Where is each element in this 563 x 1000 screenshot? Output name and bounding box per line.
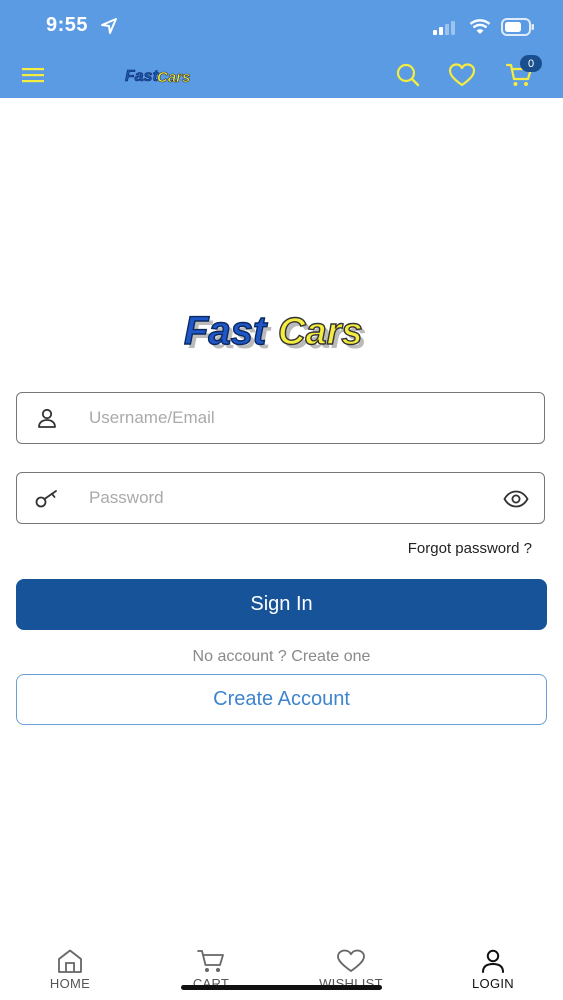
svg-text:Fast: Fast [125,68,159,85]
no-account-text: No account ? Create one [192,648,371,665]
fastcars-logo: Fast Fast Cars Cars [183,308,366,357]
cart-count-badge: 0 [520,55,542,72]
nav-item-login[interactable]: LOGIN [443,948,543,991]
wifi-icon [469,19,491,34]
home-icon [58,949,82,973]
hamburger-menu-icon [22,68,44,83]
key-icon [33,484,61,512]
header-logo[interactable]: Fast Cars [123,64,199,86]
svg-text:Cars: Cars [278,311,363,353]
home-indicator [181,985,382,990]
cellular-signal-icon [433,21,455,35]
heart-icon [337,949,365,972]
search-icon [396,63,420,87]
password-input[interactable] [89,488,489,508]
create-account-button[interactable]: Create Account [16,674,547,725]
nav-item-home[interactable]: HOME [20,948,120,991]
svg-text:Fast: Fast [184,309,268,353]
username-input[interactable] [89,408,489,428]
heart-icon [448,63,476,87]
forgot-password-link[interactable]: Forgot password ? [408,540,532,557]
password-field[interactable] [16,472,545,524]
bottom-nav: HOME CART WISHLIST LOGIN [0,940,563,1000]
nav-label-home: HOME [49,976,91,991]
eye-icon [503,490,529,508]
svg-text:Cars: Cars [157,69,190,86]
nav-label-login: LOGIN [472,976,514,991]
sign-in-button[interactable]: Sign In [16,579,547,630]
user-icon [482,949,504,973]
location-arrow-icon [101,18,117,34]
user-icon [33,404,61,432]
status-icons [433,16,535,38]
app-header: 9:55 Fast Cars 0 [0,0,563,98]
cart-icon [197,950,224,972]
battery-icon [501,18,534,36]
wishlist-button[interactable] [447,60,477,90]
menu-button[interactable] [18,60,48,90]
username-field[interactable] [16,392,545,444]
status-time: 9:55 [46,14,89,36]
search-button[interactable] [393,60,423,90]
show-password-toggle[interactable] [502,486,530,512]
